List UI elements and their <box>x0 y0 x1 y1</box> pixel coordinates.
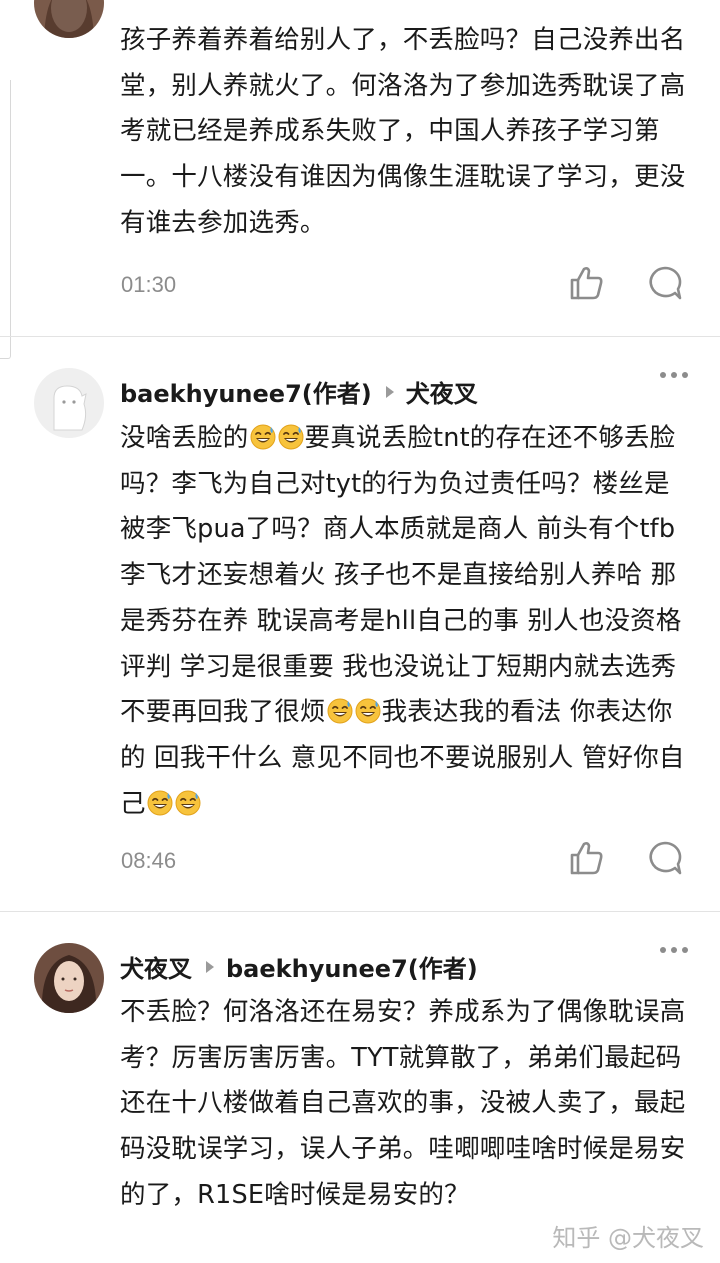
comment-header: 犬夜叉 baekhyunee7(作者) <box>120 949 478 984</box>
author-name[interactable]: 犬夜叉 <box>120 949 192 984</box>
thumbs-up-icon <box>566 838 606 878</box>
comment-header: baekhyunee7(作者) 犬夜叉 <box>120 374 478 409</box>
reply-arrow-icon <box>385 385 394 398</box>
comment-text-part: 要真说丢脸tnt的存在还不够丢脸吗？李飞为自己对tyt的行为负过责任吗？楼丝是被… <box>120 423 682 728</box>
reply-target-name[interactable]: 犬夜叉 <box>406 374 478 409</box>
commenter-avatar[interactable] <box>34 943 104 1013</box>
comment-text: 孩子养着养着给别人了，不丢脸吗？自己没养出名堂，别人养就火了。何洛洛为了参加选秀… <box>120 25 686 238</box>
reply-arrow-icon <box>206 960 214 973</box>
zhihu-watermark: 知乎 @犬夜叉 <box>552 1224 704 1252</box>
comment-text: 不丢脸？何洛洛还在易安？养成系为了偶像耽误高考？厉害厉害厉害。TYT就算散了，弟… <box>120 997 686 1210</box>
grinning-sweat-emoji <box>327 698 353 724</box>
author-avatar[interactable] <box>34 368 104 438</box>
side-panel-edge <box>0 80 11 359</box>
comment-divider <box>0 911 720 912</box>
grinning-sweat-emoji <box>175 790 201 816</box>
thumbs-up-icon <box>566 263 606 303</box>
grinning-sweat-emoji <box>278 424 304 450</box>
reply-target-name[interactable]: baekhyunee7(作者) <box>226 949 478 984</box>
reply-button[interactable] <box>645 838 685 878</box>
more-dots-icon <box>660 372 666 378</box>
reply-button[interactable] <box>645 263 685 303</box>
comment-bubble-icon <box>645 838 685 878</box>
comment-text-part: 没啥丢脸的 <box>120 423 249 453</box>
grinning-sweat-emoji <box>355 698 381 724</box>
author-name[interactable]: baekhyunee7(作者) <box>120 374 372 409</box>
comment-text: 没啥丢脸的 要真说丢脸tnt的存在还不够丢脸吗？李飞为自己对tyt的行为负过责任吗… <box>120 416 690 827</box>
comment-time: 08:46 <box>121 848 177 873</box>
comment-bubble-icon <box>645 263 685 303</box>
like-button[interactable] <box>566 263 606 303</box>
like-button[interactable] <box>566 838 606 878</box>
more-options-button[interactable] <box>660 947 688 953</box>
grinning-sweat-emoji <box>250 424 276 450</box>
comment-time: 01:30 <box>121 272 177 297</box>
comment-divider <box>0 336 720 337</box>
commenter-avatar[interactable] <box>34 0 104 38</box>
more-options-button[interactable] <box>660 372 688 378</box>
more-dots-icon <box>660 947 666 953</box>
grinning-sweat-emoji <box>147 790 173 816</box>
